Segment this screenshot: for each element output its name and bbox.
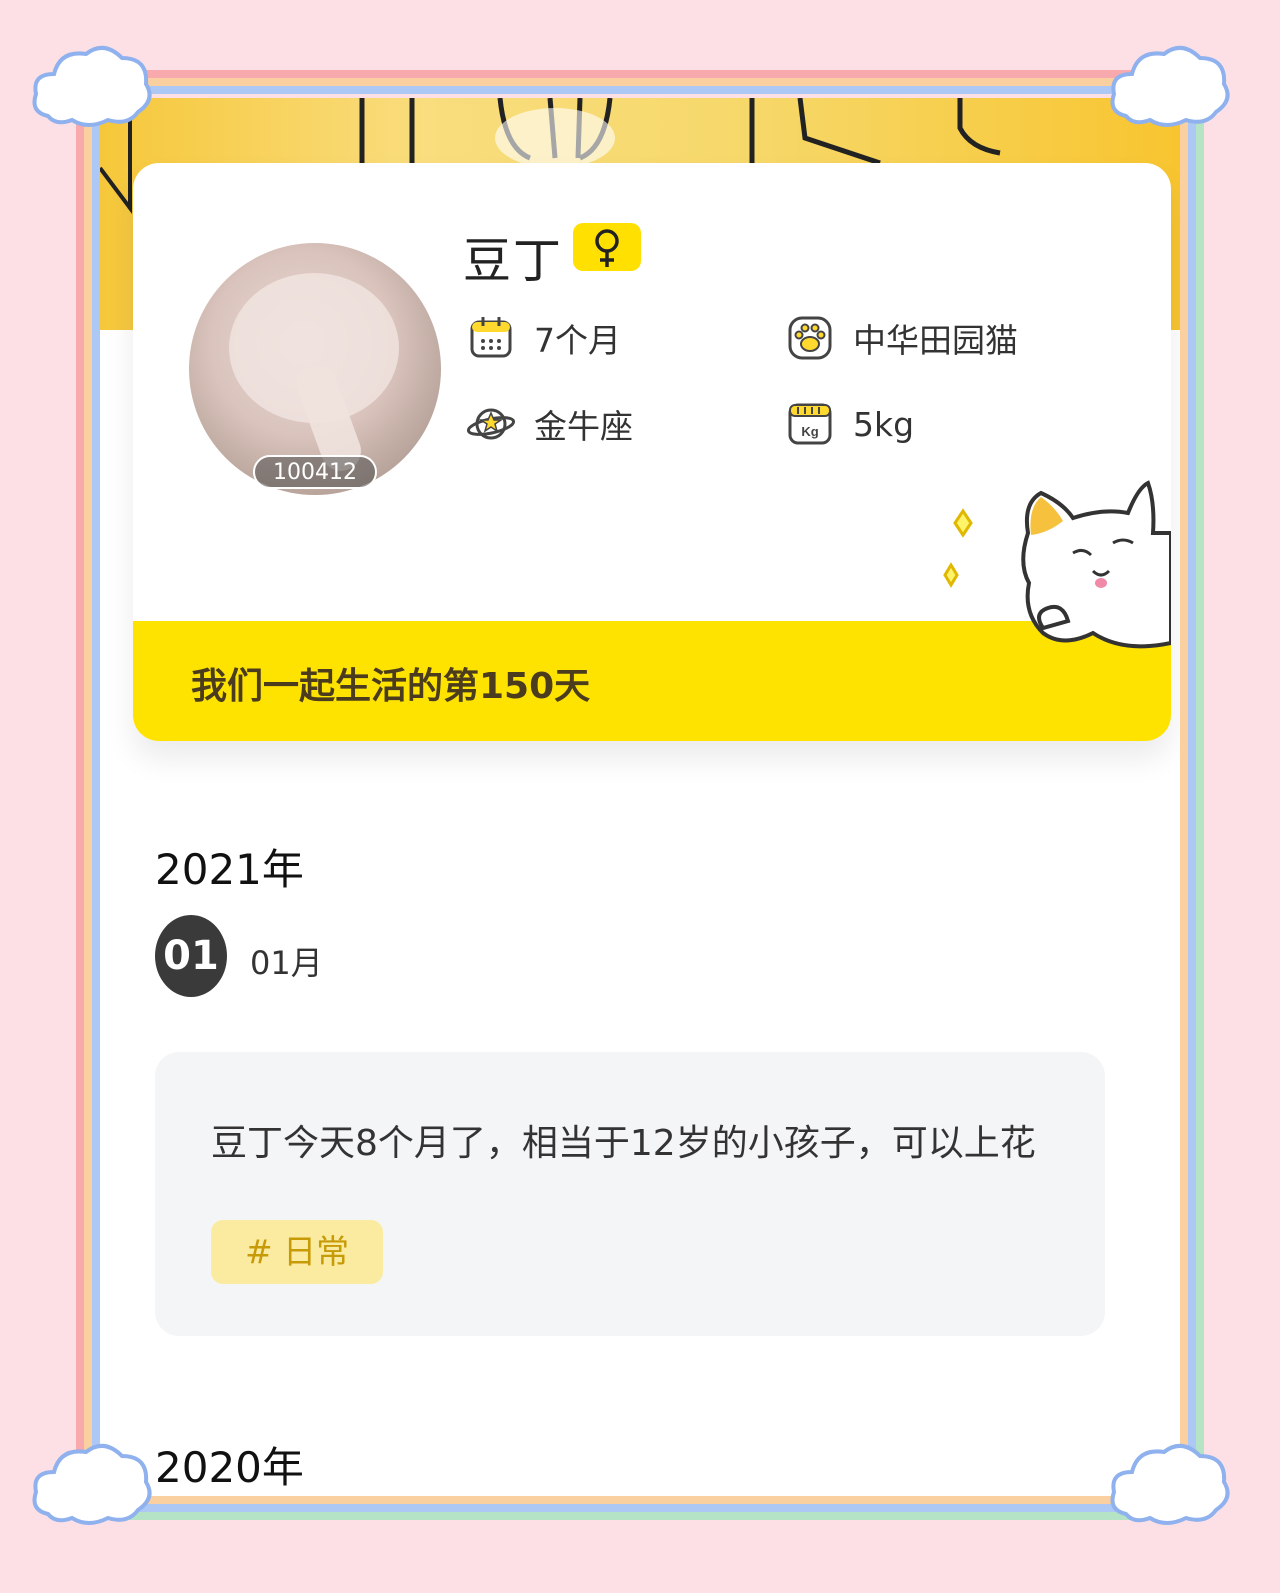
cat-mascot-illustration: [943, 480, 1171, 649]
zodiac-text: 金牛座: [534, 407, 633, 446]
planet-icon: [466, 408, 516, 440]
svg-text:Kg: Kg: [801, 424, 818, 439]
month-badge[interactable]: 01: [155, 915, 227, 997]
post-tag[interactable]: # 日常: [211, 1220, 384, 1284]
year-heading-2021: 2021年: [155, 845, 304, 894]
cloud-icon: [1110, 46, 1230, 127]
month-label: 01月: [250, 944, 323, 982]
pet-name: 豆丁: [463, 233, 564, 289]
cloud-icon: [1110, 1444, 1230, 1525]
cloud-icon: [32, 46, 152, 127]
weight-text: 5kg: [853, 404, 915, 444]
year-heading-2020: 2020年: [155, 1443, 304, 1492]
cloud-icon: [32, 1444, 152, 1525]
breed-text: 中华田园猫: [853, 321, 1018, 360]
days-together-text: 我们一起生活的第150天: [191, 666, 591, 707]
paw-icon: [788, 316, 832, 360]
weight-info: Kg 5kg: [785, 399, 914, 449]
timeline-post[interactable]: 豆丁今天8个月了，相当于12岁的小孩子，可以上花 # 日常: [155, 1052, 1105, 1336]
pet-id-badge: 100412: [253, 455, 377, 489]
pet-profile-page: 100412 豆丁 7个月 中华田园猫 金牛座 Kg 5kg 我们一起生活的第1…: [100, 98, 1180, 1496]
pet-info-card: 100412 豆丁 7个月 中华田园猫 金牛座 Kg 5kg 我们一起生活的第1…: [133, 163, 1171, 741]
zodiac-info: 金牛座: [466, 399, 633, 449]
age-info: 7个月: [466, 313, 621, 363]
female-icon: [573, 223, 641, 271]
scale-icon: Kg: [788, 403, 832, 445]
age-text: 7个月: [534, 321, 621, 360]
calendar-icon: [470, 317, 512, 358]
post-text: 豆丁今天8个月了，相当于12岁的小孩子，可以上花: [211, 1123, 1036, 1160]
breed-info: 中华田园猫: [785, 313, 1018, 363]
